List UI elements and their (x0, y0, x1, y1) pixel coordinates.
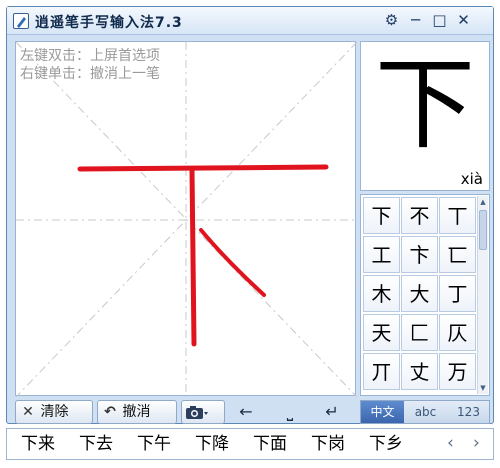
space-icon[interactable]: ⎵ (277, 400, 303, 424)
undo-icon: ↶ (104, 404, 116, 420)
clear-button[interactable]: ✕ 清除 (15, 400, 93, 424)
candidate-cell[interactable]: 丅 (439, 197, 476, 234)
candidate-cell[interactable]: 工 (363, 236, 400, 273)
phrase-item[interactable]: 下午 (137, 434, 171, 454)
candidate-cell[interactable]: 万 (439, 353, 476, 390)
tab-abc[interactable]: abc (404, 401, 447, 423)
hint-double-click: 左键双击：上屏首选项 (20, 48, 160, 64)
language-switch: 中文 abc 123 (360, 400, 490, 424)
pinyin-label: xià (460, 170, 483, 188)
tab-123[interactable]: 123 (447, 401, 490, 423)
next-page-icon[interactable]: › (473, 433, 480, 453)
hint-right-click: 右键单击：撤消上一笔 (20, 66, 160, 82)
enter-icon[interactable]: ↵ (319, 400, 345, 424)
pen-app-icon (13, 13, 29, 29)
preview-char: 下 (375, 46, 475, 163)
candidate-cell[interactable]: 匸 (439, 236, 476, 273)
phrase-item[interactable]: 下来 (21, 434, 55, 454)
phrase-item[interactable]: 下降 (195, 434, 229, 454)
close-icon[interactable]: ✕ (455, 12, 472, 29)
phrase-candidate-bar: 下来 下去 下午 下降 下面 下岗 下乡 ‹ › (6, 428, 494, 460)
minimize-icon[interactable]: ─ (407, 12, 424, 29)
candidate-cell[interactable]: 仄 (439, 314, 476, 351)
camera-button[interactable] (181, 400, 225, 424)
handwriting-ime-window: 逍遥笔手写输入法7.3 ⚙ ─ □ ✕ 左键双击：上屏首选项 右键单击：撤消上一… (6, 6, 494, 424)
candidate-cell[interactable]: 丈 (401, 353, 438, 390)
candidate-cell[interactable]: 下 (363, 197, 400, 234)
scroll-down-icon[interactable]: ▼ (478, 382, 488, 394)
candidate-cell[interactable]: 丁 (439, 275, 476, 312)
phrase-item[interactable]: 下乡 (369, 434, 403, 454)
candidate-scrollbar[interactable]: ▲ ▼ (477, 196, 488, 394)
candidate-cell[interactable]: 木 (363, 275, 400, 312)
phrase-item[interactable]: 下去 (79, 434, 113, 454)
candidate-cell[interactable]: 卞 (401, 236, 438, 273)
title-bar[interactable]: 逍遥笔手写输入法7.3 ⚙ ─ □ ✕ (7, 7, 493, 35)
candidate-grid: 下 不 丅 工 卞 匸 木 大 丁 天 匚 仄 丌 丈 万 ▲ ▼ (360, 194, 490, 396)
phrase-item[interactable]: 下面 (253, 434, 287, 454)
prev-page-icon[interactable]: ‹ (447, 433, 454, 453)
undo-button[interactable]: ↶ 撤消 (97, 400, 177, 424)
scroll-thumb[interactable] (479, 210, 487, 250)
backspace-arrow-icon[interactable]: ← (233, 400, 259, 424)
window-title: 逍遥笔手写输入法7.3 (35, 15, 183, 31)
candidate-cell[interactable]: 不 (401, 197, 438, 234)
settings-gear-icon[interactable]: ⚙ (383, 12, 400, 29)
candidate-cell[interactable]: 天 (363, 314, 400, 351)
camera-icon (186, 406, 208, 419)
candidate-cell[interactable]: 丌 (363, 353, 400, 390)
undo-label: 撤消 (122, 404, 151, 420)
tab-chinese[interactable]: 中文 (361, 401, 404, 423)
maximize-icon[interactable]: □ (431, 12, 448, 29)
handwritten-strokes (77, 164, 329, 347)
candidate-cell[interactable]: 大 (401, 275, 438, 312)
phrase-item[interactable]: 下岗 (311, 434, 345, 454)
scroll-up-icon[interactable]: ▲ (478, 196, 488, 208)
clear-label: 清除 (40, 404, 69, 420)
handwriting-canvas[interactable]: 左键双击：上屏首选项 右键单击：撤消上一笔 (15, 41, 357, 397)
candidate-cell[interactable]: 匚 (401, 314, 438, 351)
clear-x-icon: ✕ (22, 404, 34, 420)
recognized-char-preview: 下 xià (360, 41, 490, 191)
